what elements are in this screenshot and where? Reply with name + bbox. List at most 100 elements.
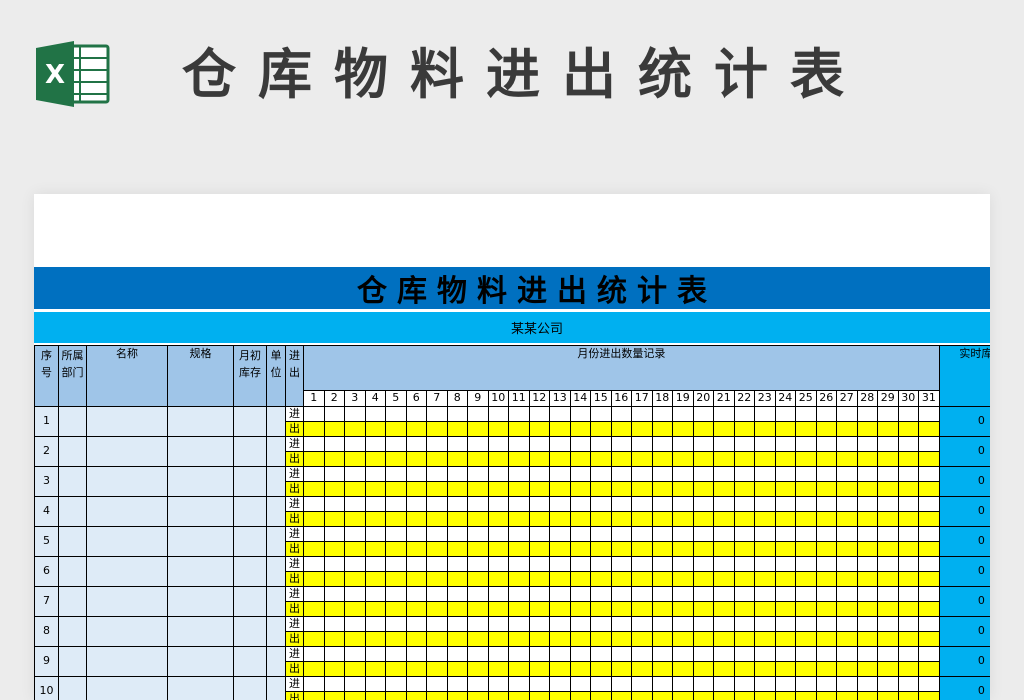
- in-qty-cell[interactable]: [508, 526, 530, 542]
- out-qty-cell[interactable]: [610, 511, 632, 527]
- out-qty-cell[interactable]: [385, 601, 407, 617]
- out-qty-cell[interactable]: [590, 541, 612, 557]
- out-qty-cell[interactable]: [897, 631, 919, 647]
- in-qty-cell[interactable]: [610, 406, 632, 422]
- in-qty-cell[interactable]: [549, 496, 571, 512]
- out-qty-cell[interactable]: [364, 601, 386, 617]
- out-qty-cell[interactable]: [877, 481, 899, 497]
- in-qty-cell[interactable]: [692, 646, 714, 662]
- in-qty-cell[interactable]: [549, 406, 571, 422]
- in-qty-cell[interactable]: [815, 616, 837, 632]
- in-qty-cell[interactable]: [610, 526, 632, 542]
- in-qty-cell[interactable]: [569, 526, 591, 542]
- in-qty-cell[interactable]: [877, 646, 899, 662]
- in-qty-cell[interactable]: [364, 526, 386, 542]
- in-qty-cell[interactable]: [815, 556, 837, 572]
- in-qty-cell[interactable]: [487, 616, 509, 632]
- in-qty-cell[interactable]: [344, 616, 366, 632]
- in-qty-cell[interactable]: [918, 436, 940, 452]
- out-qty-cell[interactable]: [631, 661, 653, 677]
- io-out-label[interactable]: 出: [285, 511, 304, 527]
- in-qty-cell[interactable]: [467, 436, 489, 452]
- out-qty-cell[interactable]: [897, 481, 919, 497]
- in-qty-cell[interactable]: [774, 406, 796, 422]
- out-qty-cell[interactable]: [897, 451, 919, 467]
- out-qty-cell[interactable]: [610, 481, 632, 497]
- in-qty-cell[interactable]: [836, 406, 858, 422]
- out-qty-cell[interactable]: [426, 541, 448, 557]
- in-qty-cell[interactable]: [467, 496, 489, 512]
- seq-cell[interactable]: 5: [34, 526, 59, 557]
- in-qty-cell[interactable]: [631, 526, 653, 542]
- out-qty-cell[interactable]: [323, 631, 345, 647]
- in-qty-cell[interactable]: [385, 466, 407, 482]
- out-qty-cell[interactable]: [467, 511, 489, 527]
- spec-cell[interactable]: [167, 406, 234, 437]
- in-qty-cell[interactable]: [467, 616, 489, 632]
- in-qty-cell[interactable]: [672, 556, 694, 572]
- out-qty-cell[interactable]: [590, 511, 612, 527]
- out-qty-cell[interactable]: [508, 541, 530, 557]
- in-qty-cell[interactable]: [487, 466, 509, 482]
- in-qty-cell[interactable]: [795, 466, 817, 482]
- out-qty-cell[interactable]: [487, 481, 509, 497]
- in-qty-cell[interactable]: [897, 586, 919, 602]
- realtime-stock-cell[interactable]: 0: [938, 466, 990, 497]
- in-qty-cell[interactable]: [754, 436, 776, 452]
- out-qty-cell[interactable]: [692, 451, 714, 467]
- in-qty-cell[interactable]: [918, 646, 940, 662]
- out-qty-cell[interactable]: [815, 511, 837, 527]
- out-qty-cell[interactable]: [733, 541, 755, 557]
- in-qty-cell[interactable]: [569, 436, 591, 452]
- out-qty-cell[interactable]: [303, 691, 325, 700]
- io-out-label[interactable]: 出: [285, 601, 304, 617]
- out-qty-cell[interactable]: [590, 451, 612, 467]
- out-qty-cell[interactable]: [446, 661, 468, 677]
- in-qty-cell[interactable]: [897, 436, 919, 452]
- dept-cell[interactable]: [58, 646, 87, 677]
- in-qty-cell[interactable]: [405, 556, 427, 572]
- realtime-stock-cell[interactable]: 0: [938, 496, 990, 527]
- out-qty-cell[interactable]: [487, 421, 509, 437]
- out-qty-cell[interactable]: [651, 571, 673, 587]
- out-qty-cell[interactable]: [549, 601, 571, 617]
- in-qty-cell[interactable]: [364, 406, 386, 422]
- io-out-label[interactable]: 出: [285, 421, 304, 437]
- out-qty-cell[interactable]: [405, 541, 427, 557]
- header-spec[interactable]: 规格: [167, 345, 234, 407]
- dept-cell[interactable]: [58, 586, 87, 617]
- out-qty-cell[interactable]: [713, 541, 735, 557]
- out-qty-cell[interactable]: [487, 511, 509, 527]
- day-header[interactable]: 23: [754, 390, 776, 407]
- out-qty-cell[interactable]: [549, 661, 571, 677]
- out-qty-cell[interactable]: [754, 451, 776, 467]
- in-qty-cell[interactable]: [774, 466, 796, 482]
- in-qty-cell[interactable]: [733, 556, 755, 572]
- in-qty-cell[interactable]: [877, 616, 899, 632]
- out-qty-cell[interactable]: [836, 661, 858, 677]
- in-qty-cell[interactable]: [897, 556, 919, 572]
- out-qty-cell[interactable]: [836, 481, 858, 497]
- out-qty-cell[interactable]: [426, 511, 448, 527]
- dept-cell[interactable]: [58, 496, 87, 527]
- out-qty-cell[interactable]: [754, 541, 776, 557]
- in-qty-cell[interactable]: [651, 436, 673, 452]
- in-qty-cell[interactable]: [733, 406, 755, 422]
- in-qty-cell[interactable]: [569, 496, 591, 512]
- out-qty-cell[interactable]: [549, 481, 571, 497]
- in-qty-cell[interactable]: [405, 496, 427, 512]
- in-qty-cell[interactable]: [754, 676, 776, 692]
- in-qty-cell[interactable]: [631, 616, 653, 632]
- out-qty-cell[interactable]: [651, 481, 673, 497]
- in-qty-cell[interactable]: [733, 496, 755, 512]
- in-qty-cell[interactable]: [446, 496, 468, 512]
- day-header[interactable]: 22: [733, 390, 755, 407]
- realtime-stock-cell[interactable]: 0: [938, 586, 990, 617]
- out-qty-cell[interactable]: [774, 421, 796, 437]
- in-qty-cell[interactable]: [528, 676, 550, 692]
- in-qty-cell[interactable]: [590, 616, 612, 632]
- seq-cell[interactable]: 6: [34, 556, 59, 587]
- out-qty-cell[interactable]: [754, 631, 776, 647]
- io-in-label[interactable]: 进: [285, 556, 304, 572]
- in-qty-cell[interactable]: [856, 556, 878, 572]
